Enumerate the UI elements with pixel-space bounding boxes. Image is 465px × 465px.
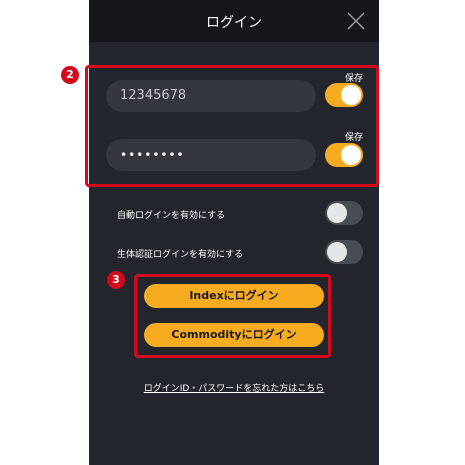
- toggle-knob: [327, 203, 347, 223]
- toggle-knob: [327, 242, 347, 262]
- auto-login-label: 自動ログインを有効にする: [117, 211, 226, 221]
- callout-box-fields: [85, 65, 379, 187]
- callout-badge-fields: 2: [61, 66, 79, 84]
- callout-box-buttons: [134, 274, 331, 358]
- biometric-login-label: 生体認証ログインを有効にする: [117, 250, 244, 260]
- header-bar: ログイン: [89, 0, 379, 42]
- close-icon[interactable]: [345, 10, 367, 32]
- biometric-login-toggle[interactable]: [325, 240, 363, 264]
- callout-badge-buttons: 3: [107, 271, 125, 289]
- page-title: ログイン: [206, 15, 262, 31]
- auto-login-toggle[interactable]: [325, 201, 363, 225]
- forgot-credentials-link[interactable]: ログインID・パスワードを忘れた方はこちら: [89, 381, 379, 394]
